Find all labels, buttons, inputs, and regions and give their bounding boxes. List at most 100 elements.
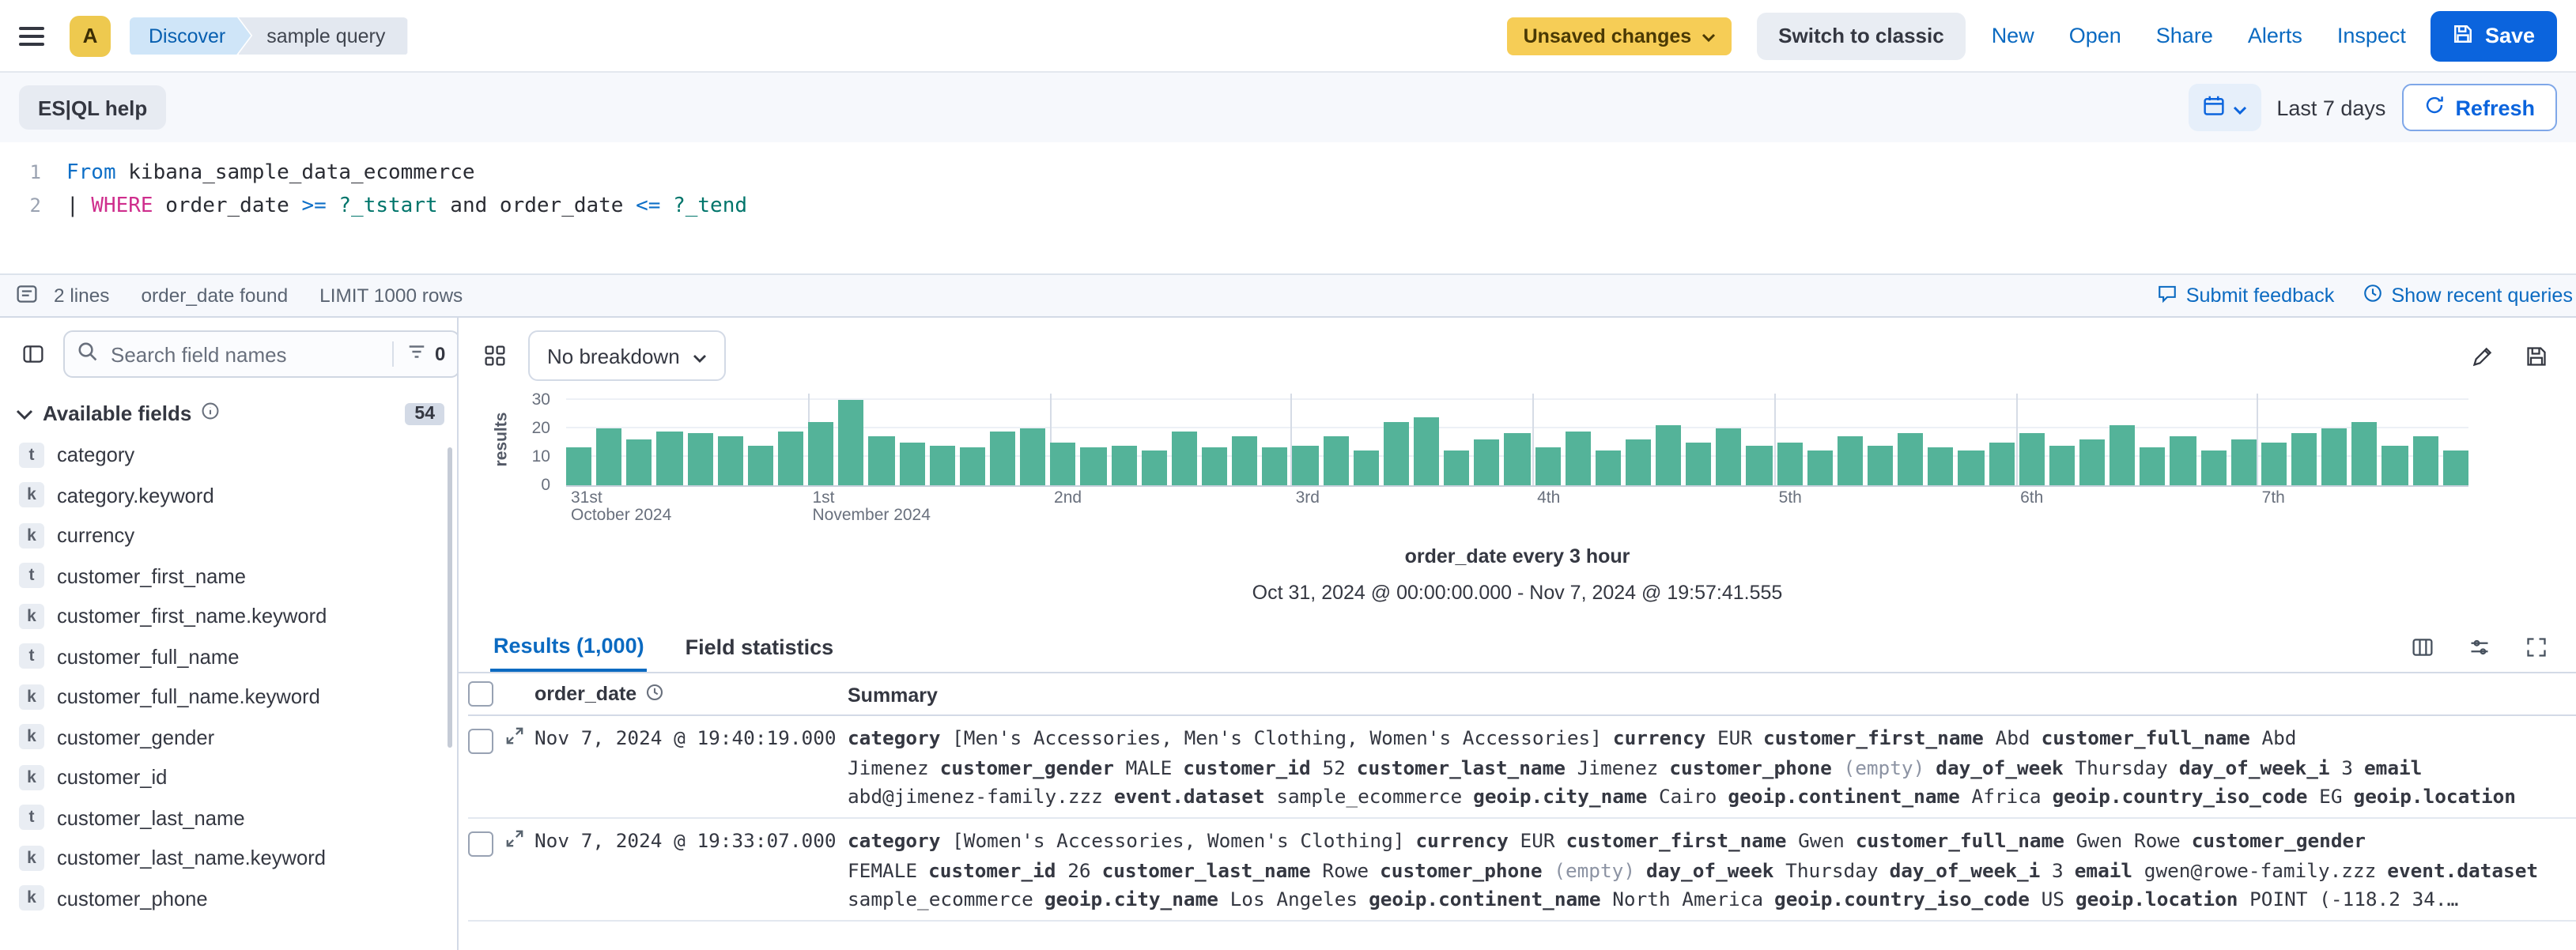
histogram-bar[interactable] <box>1111 445 1136 485</box>
histogram-bar[interactable] <box>566 448 591 485</box>
available-fields-header[interactable]: Available fields 54 <box>16 401 444 425</box>
histogram-bar[interactable] <box>929 445 954 485</box>
row-checkbox[interactable] <box>468 729 493 754</box>
histogram-bar[interactable] <box>1232 436 1257 485</box>
histogram-bar[interactable] <box>1293 445 1318 485</box>
tab-field-statistics[interactable]: Field statistics <box>682 621 837 672</box>
field-item-category[interactable]: tcategory <box>13 435 448 475</box>
histogram-bar[interactable] <box>2140 448 2166 485</box>
columns-icon[interactable] <box>2402 626 2443 667</box>
histogram-bar[interactable] <box>1717 428 1742 486</box>
histogram-bar[interactable] <box>990 431 1015 485</box>
histogram-bar[interactable] <box>778 431 803 485</box>
unsaved-changes-badge[interactable]: Unsaved changes <box>1508 17 1732 55</box>
submit-feedback-link[interactable]: Submit feedback <box>2158 283 2335 308</box>
histogram-bar[interactable] <box>2261 443 2287 485</box>
histogram-bar[interactable] <box>1656 425 1681 485</box>
histogram-bar[interactable] <box>1807 451 1833 486</box>
histogram-bar[interactable] <box>1989 443 2014 485</box>
histogram-bar[interactable] <box>748 445 773 485</box>
histogram-bar[interactable] <box>687 434 712 485</box>
field-filter-button[interactable]: 0 <box>392 341 445 367</box>
expand-row-icon[interactable] <box>493 830 534 847</box>
breadcrumb-discover[interactable]: Discover <box>130 17 251 55</box>
histogram-bar[interactable] <box>2412 436 2438 485</box>
field-item-customer_id[interactable]: kcustomer_id <box>13 757 448 797</box>
histogram-bar[interactable] <box>1565 431 1590 485</box>
chart-options-icon[interactable] <box>474 335 516 376</box>
histogram-bar[interactable] <box>1868 445 1893 485</box>
table-row[interactable]: Nov 7, 2024 @ 19:40:19.000category [Men'… <box>468 716 2576 819</box>
histogram-bar[interactable] <box>2170 436 2196 485</box>
field-item-currency[interactable]: kcurrency <box>13 515 448 556</box>
save-button[interactable]: Save <box>2431 10 2557 61</box>
info-icon[interactable] <box>201 401 220 425</box>
histogram-bar[interactable] <box>1958 451 1984 486</box>
table-row[interactable]: Nov 7, 2024 @ 19:33:07.000category [Wome… <box>468 819 2576 922</box>
histogram-bar[interactable] <box>1505 434 1530 485</box>
switch-to-classic-button[interactable]: Switch to classic <box>1756 12 1966 59</box>
histogram-bar[interactable] <box>1081 448 1106 485</box>
display-options-icon[interactable] <box>2459 626 2500 667</box>
histogram-bar[interactable] <box>1838 436 1863 485</box>
field-item-customer_full_name[interactable]: tcustomer_full_name <box>13 636 448 677</box>
menu-icon[interactable] <box>19 20 51 51</box>
field-item-customer_first_name.keyword[interactable]: kcustomer_first_name.keyword <box>13 596 448 636</box>
field-item-customer_last_name[interactable]: tcustomer_last_name <box>13 797 448 838</box>
histogram-bar[interactable] <box>1384 422 1409 485</box>
histogram-bar[interactable] <box>2049 445 2075 485</box>
nav-link-inspect[interactable]: Inspect <box>2337 24 2406 47</box>
edit-visualization-icon[interactable] <box>2462 335 2503 376</box>
save-visualization-icon[interactable] <box>2516 335 2557 376</box>
histogram-bar[interactable] <box>1686 443 1711 485</box>
histogram-bar[interactable] <box>1323 436 1348 485</box>
histogram-bar[interactable] <box>1202 448 1227 485</box>
histogram-bar[interactable] <box>1353 451 1378 486</box>
histogram-bar[interactable] <box>2442 451 2468 486</box>
nav-link-open[interactable]: Open <box>2069 24 2121 47</box>
time-range-display[interactable]: Last 7 days <box>2276 96 2385 119</box>
histogram-bar[interactable] <box>1051 443 1076 485</box>
histogram-bar[interactable] <box>1535 448 1560 485</box>
date-picker-button[interactable] <box>2188 84 2261 131</box>
histogram-bar[interactable] <box>1141 451 1166 486</box>
refresh-button[interactable]: Refresh <box>2401 84 2557 131</box>
histogram-bar[interactable] <box>2321 428 2347 486</box>
histogram-bar[interactable] <box>717 436 742 485</box>
sidebar-scrollbar[interactable] <box>448 447 452 748</box>
histogram-bar[interactable] <box>1747 445 1772 485</box>
fullscreen-icon[interactable] <box>2516 626 2557 667</box>
histogram-bar[interactable] <box>627 439 652 485</box>
esql-help-button[interactable]: ES|QL help <box>19 85 166 130</box>
histogram-bar[interactable] <box>2382 445 2408 485</box>
histogram-bar[interactable] <box>1262 448 1287 485</box>
histogram-bar[interactable] <box>839 399 864 485</box>
histogram-bar[interactable] <box>960 448 985 485</box>
summary-column-header[interactable]: Summary <box>848 684 938 706</box>
histogram-bar[interactable] <box>2019 434 2045 485</box>
tab-results[interactable]: Results (1,000) <box>490 621 648 672</box>
order-date-column-header[interactable]: order_date <box>534 683 636 705</box>
nav-link-alerts[interactable]: Alerts <box>2248 24 2302 47</box>
histogram-bar[interactable] <box>2352 422 2378 485</box>
nav-link-share[interactable]: Share <box>2156 24 2213 47</box>
histogram-bar[interactable] <box>2230 439 2256 485</box>
histogram-bar[interactable] <box>2200 451 2226 486</box>
field-item-customer_phone[interactable]: kcustomer_phone <box>13 878 448 918</box>
breadcrumb-sample-query[interactable]: sample query <box>238 17 407 55</box>
histogram-bar[interactable] <box>2110 425 2135 485</box>
histogram-bar[interactable] <box>1626 439 1651 485</box>
select-all-checkbox[interactable] <box>468 681 493 707</box>
expand-row-icon[interactable] <box>493 727 534 745</box>
collapse-sidebar-button[interactable] <box>13 334 54 375</box>
field-item-customer_last_name.keyword[interactable]: kcustomer_last_name.keyword <box>13 838 448 878</box>
histogram-bar[interactable] <box>2079 439 2105 485</box>
histogram-bar[interactable] <box>1898 434 1923 485</box>
histogram-bar[interactable] <box>1444 451 1469 486</box>
breakdown-select[interactable]: No breakdown <box>528 330 726 381</box>
row-checkbox[interactable] <box>468 831 493 857</box>
histogram-bar[interactable] <box>869 436 894 485</box>
histogram-bar[interactable] <box>808 422 833 485</box>
histogram-bar[interactable] <box>1414 417 1439 485</box>
histogram-bar[interactable] <box>1928 448 1954 485</box>
